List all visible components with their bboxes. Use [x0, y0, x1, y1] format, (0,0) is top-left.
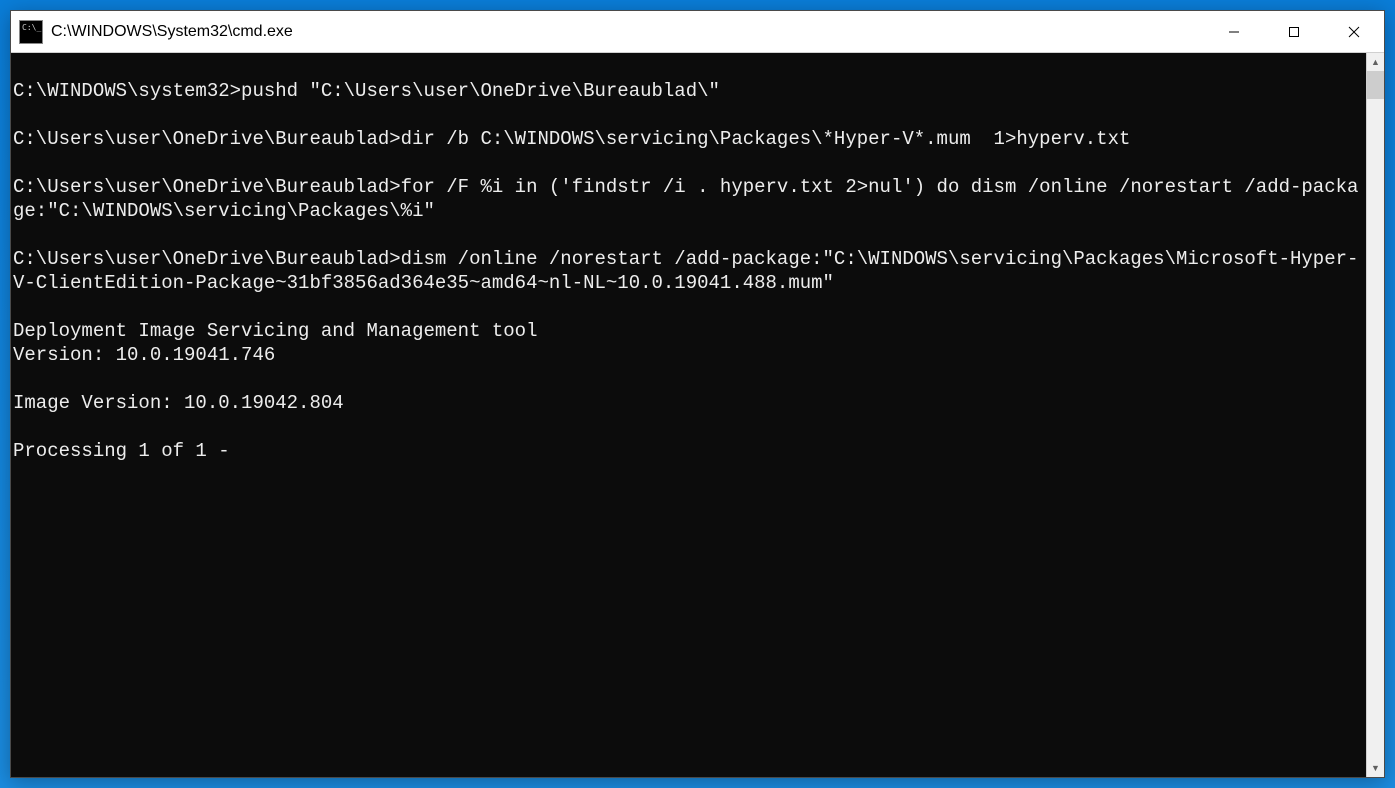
terminal-output[interactable]: C:\WINDOWS\system32>pushd "C:\Users\user… — [11, 53, 1366, 777]
window-title: C:\WINDOWS\System32\cmd.exe — [51, 23, 1204, 41]
titlebar[interactable]: C:\WINDOWS\System32\cmd.exe — [11, 11, 1384, 53]
close-button[interactable] — [1324, 11, 1384, 52]
scroll-track[interactable] — [1367, 71, 1384, 759]
cmd-window: C:\WINDOWS\System32\cmd.exe C:\WINDOWS\s… — [10, 10, 1385, 778]
close-icon — [1348, 26, 1360, 38]
minimize-button[interactable] — [1204, 11, 1264, 52]
scroll-thumb[interactable] — [1367, 71, 1384, 99]
terminal-area: C:\WINDOWS\system32>pushd "C:\Users\user… — [11, 53, 1384, 777]
maximize-button[interactable] — [1264, 11, 1324, 52]
window-controls — [1204, 11, 1384, 52]
scroll-up-arrow[interactable]: ▲ — [1367, 53, 1384, 71]
vertical-scrollbar[interactable]: ▲ ▼ — [1366, 53, 1384, 777]
cmd-icon — [19, 20, 43, 44]
minimize-icon — [1228, 26, 1240, 38]
scroll-down-arrow[interactable]: ▼ — [1367, 759, 1384, 777]
maximize-icon — [1288, 26, 1300, 38]
